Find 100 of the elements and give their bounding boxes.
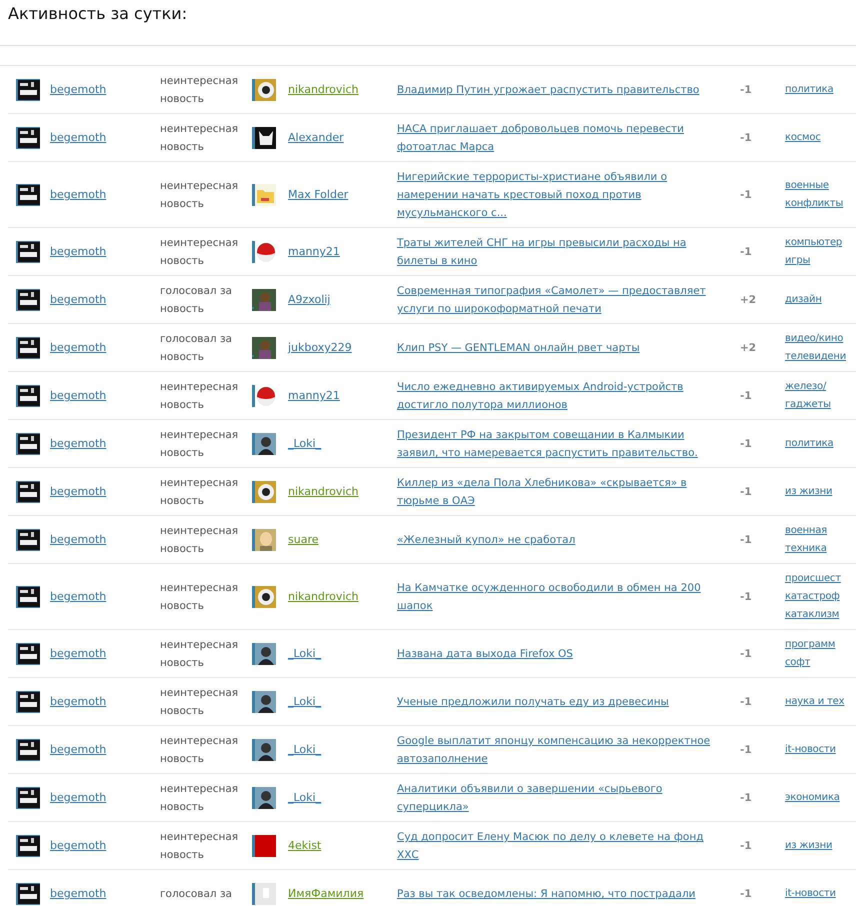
user-link[interactable]: _Loki_ [288,693,322,711]
score: -1 [739,743,752,758]
user-link[interactable]: begemoth [50,588,106,606]
user-link[interactable]: begemoth [50,339,106,357]
category-link[interactable]: компьютер игры [785,234,856,270]
category-link[interactable]: экономика [785,789,840,807]
square-icon [252,835,276,857]
news-link[interactable]: Ученые предложили получать еду из древесины [397,693,679,711]
news-link[interactable]: Нигерийские террористы-христиане объявили о намерении начать крестовый поход против мусульманского с... [397,168,737,222]
user-link[interactable]: begemoth [50,483,106,501]
stamp-icon [16,79,40,101]
portrait-icon [252,787,276,809]
stamp-icon [16,586,40,608]
user-link[interactable]: begemoth [50,531,106,549]
user-link[interactable]: suare [288,531,318,549]
user-link[interactable]: _Loki_ [288,645,322,663]
action-text: неинтересная новость [160,428,240,461]
score: -1 [739,131,752,146]
user-link[interactable]: 4ekist [288,837,322,855]
portrait-icon [252,691,276,713]
user-link[interactable]: begemoth [50,693,106,711]
news-link[interactable]: Суд допросит Елену Масюк по делу о клевете на фонд ХХС [397,828,737,864]
user-link[interactable]: begemoth [50,789,106,807]
user-link[interactable]: nikandrovich [288,588,358,606]
stamp-icon [16,883,40,905]
category-link[interactable]: из жизни [785,837,832,855]
hat-icon [252,241,276,263]
news-link[interactable]: Киллер из «дела Пола Хлебникова» «скрывается» в тюрьме в ОАЭ [397,474,737,510]
user-link[interactable]: jukboxy229 [288,339,352,357]
stamp-icon [16,835,40,857]
category-link[interactable]: программ софт [785,636,856,672]
user-link[interactable]: begemoth [50,129,106,147]
news-link[interactable]: Google выплатит японцу компенсацию за некорректное автозаполнение [397,732,737,768]
user-link[interactable]: _Loki_ [288,741,322,759]
category-link[interactable]: железо/ гаджеты [785,378,856,414]
user-link[interactable]: begemoth [50,435,106,453]
user-link[interactable]: _Loki_ [288,789,322,807]
score: -1 [739,188,752,203]
user-link[interactable]: begemoth [50,741,106,759]
user-link[interactable]: A9zxolij [288,291,330,309]
news-link[interactable]: Аналитики объявили о завершении «сырьевого суперцикла» [397,780,737,816]
category-link[interactable]: политика [785,81,834,99]
category-link[interactable]: it-новости [785,885,836,903]
user-link[interactable]: manny21 [288,387,340,405]
stamp-icon [16,289,40,311]
stamp-icon [16,337,40,359]
news-link[interactable]: Владимир Путин угрожает распустить правительство [397,81,710,99]
stamp-icon [16,433,40,455]
score: -1 [739,839,752,854]
figure-icon [252,337,276,359]
category-link[interactable]: из жизни [785,483,832,501]
action-text: неинтересная новость [160,686,240,719]
score: -1 [739,437,752,452]
user-link[interactable]: begemoth [50,81,106,99]
portrait-icon [252,643,276,665]
action-text: неинтересная новость [160,581,240,614]
user-link[interactable]: begemoth [50,645,106,663]
category-link[interactable]: дизайн [785,291,822,309]
news-link[interactable]: Президент РФ на закрытом совещании в Калмыкии заявил, что намеревается распустить правительство. [397,426,737,462]
score: -1 [739,791,752,806]
user-link[interactable]: begemoth [50,291,106,309]
news-link[interactable]: НАСА приглашает добровольцев помочь перевести фотоатлас Марса [397,120,737,156]
user-link[interactable]: ИмяФамилия [288,885,364,903]
category-link[interactable]: военные конфликты [785,177,856,213]
page-title: Активность за сутки: [7,3,188,25]
user-link[interactable]: _Loki_ [288,435,322,453]
user-link[interactable]: begemoth [50,837,106,855]
stamp-icon [16,643,40,665]
news-link[interactable]: Раз вы так осведомлены: Я напомню, что пострадали [397,885,706,903]
user-link[interactable]: begemoth [50,186,106,204]
user-link[interactable]: Alexander [288,129,344,147]
news-link[interactable]: «Железный купол» не сработал [397,531,586,549]
news-link[interactable]: Число ежедневно активируемых Android-устройств достигло полутора миллионов [397,378,737,414]
action-text: неинтересная новость [160,74,240,107]
user-link[interactable]: nikandrovich [288,81,358,99]
score: -1 [739,695,752,710]
category-link[interactable]: происшест катастроф катаклизм [785,570,856,624]
blank-avatar-icon [252,883,276,905]
score: -1 [739,533,752,548]
news-link[interactable]: Траты жителей СНГ на игры превысили расходы на билеты в кино [397,234,737,270]
category-link[interactable]: видео/кино телевидени [785,330,856,366]
news-link[interactable]: На Камчатке осужденного освободили в обмен на 200 шапок [397,579,737,615]
category-link[interactable]: it-новости [785,741,836,759]
category-link[interactable]: политика [785,435,834,453]
news-link[interactable]: Современная типография «Самолет» — предоставляет услуги по широкоформатной печати [397,282,737,318]
figure-icon [252,289,276,311]
action-text: голосовал за новость [160,284,233,317]
user-link[interactable]: begemoth [50,885,106,903]
category-link[interactable]: космос [785,129,821,147]
user-link[interactable]: manny21 [288,243,340,261]
news-link[interactable]: Названа дата выхода Firefox OS [397,645,583,663]
portrait-icon [252,529,276,551]
news-link[interactable]: Клип PSY — GENTLEMAN онлайн рвет чарты [397,339,650,357]
user-link[interactable]: begemoth [50,243,106,261]
user-link[interactable]: nikandrovich [288,483,358,501]
score: -1 [739,245,752,260]
category-link[interactable]: военная техника [785,522,856,558]
category-link[interactable]: наука и тех [785,693,844,711]
user-link[interactable]: Max Folder [288,186,348,204]
user-link[interactable]: begemoth [50,387,106,405]
